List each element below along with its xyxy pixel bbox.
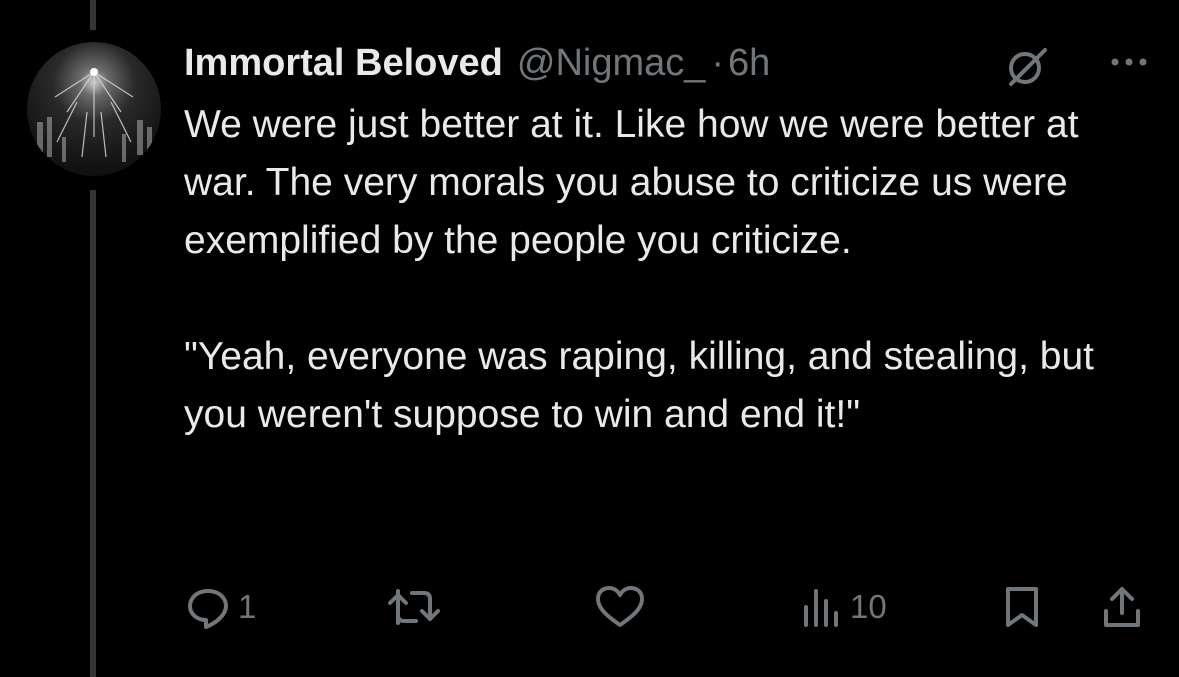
like-icon — [594, 583, 646, 631]
share-icon — [1098, 583, 1146, 631]
reply-icon — [184, 583, 232, 631]
thread-line-top — [90, 0, 96, 30]
thread-line-bottom — [90, 190, 96, 677]
reply-button[interactable]: 1 — [184, 580, 256, 634]
grok-icon[interactable] — [1005, 44, 1049, 88]
like-button[interactable] — [594, 580, 652, 634]
action-bar: 1 10 — [184, 580, 1154, 634]
tweet-text: We were just better at it. Like how we w… — [184, 103, 1094, 436]
share-button[interactable] — [1098, 580, 1146, 634]
author-handle[interactable]: @Nigmac_ — [517, 42, 706, 85]
views-icon — [800, 583, 844, 631]
timestamp[interactable]: 6h — [728, 42, 770, 85]
tweet-header: Immortal Beloved @Nigmac_ · 6h — [184, 38, 1149, 88]
author-name[interactable]: Immortal Beloved — [184, 42, 503, 85]
separator-dot: · — [711, 41, 725, 84]
bookmark-icon — [1000, 583, 1044, 631]
bookmark-button[interactable] — [1000, 580, 1044, 634]
views-count: 10 — [850, 588, 887, 625]
retweet-icon — [384, 583, 444, 631]
reply-count: 1 — [238, 588, 257, 625]
retweet-button[interactable] — [384, 580, 450, 634]
more-icon[interactable] — [1109, 42, 1149, 82]
views-button[interactable]: 10 — [800, 580, 887, 634]
avatar[interactable] — [27, 42, 161, 176]
